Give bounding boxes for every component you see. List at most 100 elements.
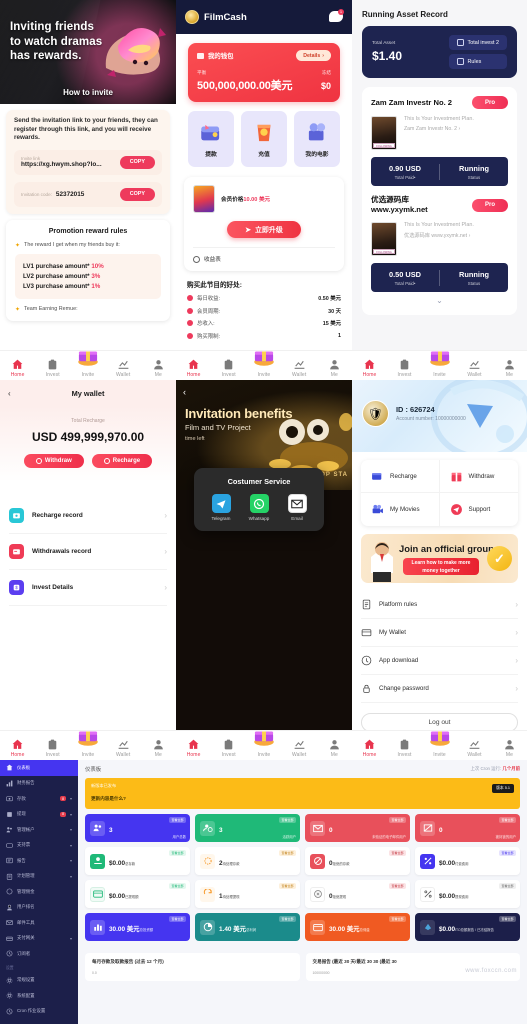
- sidebar-item-mail[interactable]: 邮件工具: [0, 915, 78, 931]
- quick-support[interactable]: Support: [440, 493, 519, 526]
- stat-card[interactable]: $0.00提现费用 查看全部: [415, 880, 520, 908]
- bottom-nav[interactable]: Home Invest Invite Wallet Me: [352, 730, 527, 760]
- nav-invite[interactable]: Invite: [70, 731, 105, 758]
- copy-code-button[interactable]: COPY: [119, 187, 155, 201]
- stat-card[interactable]: 3 查看全部 用户总数: [85, 814, 190, 842]
- nav-home[interactable]: Home: [352, 738, 387, 758]
- nav-invite[interactable]: Invite: [422, 731, 457, 758]
- card-tag[interactable]: 查看全部: [498, 817, 516, 823]
- alert-version-button[interactable]: 版本 5.1: [492, 784, 514, 793]
- wallet-details-button[interactable]: Details ›: [296, 50, 331, 61]
- sidebar-item-general-settings[interactable]: 常规设置: [0, 973, 78, 989]
- stat-card[interactable]: 2待处理存款 查看全部: [195, 847, 300, 875]
- stat-card[interactable]: 3 查看全部 活跃用户: [195, 814, 300, 842]
- plan-desc-2[interactable]: 优选源码库 www.yxymk.net ›: [404, 232, 474, 239]
- sidebar-item-report[interactable]: 财务报告: [0, 776, 78, 792]
- copy-link-button[interactable]: COPY: [119, 155, 155, 169]
- total-card[interactable]: 30.00 美元总佣金 查看全部: [305, 913, 410, 941]
- service-whatsapp[interactable]: Whatsapp: [241, 494, 277, 521]
- menu-app-download[interactable]: App download ›: [361, 647, 518, 675]
- bottom-nav[interactable]: Home Invest Invite Wallet Me: [352, 350, 527, 380]
- nav-me[interactable]: Me: [317, 738, 352, 758]
- nav-invest[interactable]: Invest: [35, 738, 70, 758]
- nav-invest[interactable]: Invest: [211, 358, 246, 378]
- sidebar-item-dashboard[interactable]: 仪表板: [0, 760, 78, 776]
- card-tag[interactable]: 查看全部: [278, 817, 296, 823]
- sidebar-item-rank[interactable]: 用户排名: [0, 900, 78, 916]
- nav-invest[interactable]: Invest: [387, 738, 422, 758]
- nav-me[interactable]: Me: [141, 738, 176, 758]
- card-tag[interactable]: 查看全部: [168, 817, 186, 823]
- menu-platform-rules[interactable]: Platform rules ›: [361, 591, 518, 619]
- card-tag[interactable]: 查看全部: [168, 883, 186, 889]
- sidebar-item-gateway[interactable]: 支付网关 ▾: [0, 931, 78, 947]
- card-tag[interactable]: 查看全部: [498, 883, 516, 889]
- total-card[interactable]: $0.00ITO总额报告 / 已冻结报告 查看全部: [415, 913, 520, 941]
- total-card[interactable]: 30.00 美元总投资额 查看全部: [85, 913, 190, 941]
- earnings-table-link[interactable]: 收益表: [193, 247, 335, 263]
- stat-card[interactable]: $0.00已提现额 查看全部: [85, 880, 190, 908]
- recharge-button[interactable]: Recharge: [91, 454, 153, 468]
- nav-invest[interactable]: Invest: [211, 738, 246, 758]
- nav-wallet[interactable]: Wallet: [106, 738, 141, 758]
- back-icon[interactable]: ‹: [183, 387, 186, 397]
- nav-home[interactable]: Home: [176, 738, 211, 758]
- withdraw-button[interactable]: Withdraw: [23, 454, 84, 468]
- card-tag[interactable]: 查看全部: [388, 817, 406, 823]
- menu-my-wallet[interactable]: My Wallet ›: [361, 619, 518, 647]
- nav-me[interactable]: Me: [492, 358, 527, 378]
- nav-home[interactable]: Home: [176, 358, 211, 378]
- plan-desc-2[interactable]: Zam Zam Investr No. 2 ›: [404, 126, 474, 132]
- stat-card[interactable]: 0 查看全部 被封锁的用户: [415, 814, 520, 842]
- menu-invest-details[interactable]: $ Invest Details ›: [9, 570, 167, 606]
- sidebar-item-plan[interactable]: 计划管理 ▾: [0, 869, 78, 885]
- quick-action-my-movies[interactable]: 我的电影: [294, 111, 340, 167]
- avatar[interactable]: 🛡: [362, 400, 389, 427]
- sidebar-item-system-config[interactable]: 系统配置: [0, 988, 78, 1004]
- stat-card[interactable]: 0拒绝提现 查看全部: [305, 880, 410, 908]
- nav-wallet[interactable]: Wallet: [282, 358, 317, 378]
- nav-invest[interactable]: Invest: [387, 358, 422, 378]
- nav-invest[interactable]: Invest: [35, 358, 70, 378]
- bottom-nav[interactable]: Home Invest Invite Wallet Me: [0, 730, 176, 760]
- rules-button[interactable]: Rules: [448, 54, 507, 69]
- stat-card[interactable]: 0拒绝的存款 查看全部: [305, 847, 410, 875]
- card-tag[interactable]: 查看全部: [388, 850, 406, 856]
- stat-card[interactable]: $0.00付费费用 查看全部: [415, 847, 520, 875]
- sidebar-item-withdraw[interactable]: 提现 8 ▾: [0, 807, 78, 823]
- nav-me[interactable]: Me: [317, 358, 352, 378]
- card-tag[interactable]: 查看全部: [168, 916, 186, 922]
- nav-invite[interactable]: Invite: [246, 351, 281, 378]
- quick-action-withdraw[interactable]: 提款: [188, 111, 234, 167]
- nav-invite[interactable]: Invite: [246, 731, 281, 758]
- menu-withdrawals-record[interactable]: Withdrawals record ›: [9, 534, 167, 570]
- service-email[interactable]: Email: [279, 494, 315, 521]
- nav-me[interactable]: Me: [141, 358, 176, 378]
- sidebar-item-cron-settings[interactable]: Cron 作业设置: [0, 1004, 78, 1020]
- nav-wallet[interactable]: Wallet: [457, 738, 492, 758]
- bottom-nav[interactable]: Home Invest Invite Wallet Me: [176, 730, 352, 760]
- nav-wallet[interactable]: Wallet: [282, 738, 317, 758]
- card-tag[interactable]: 查看全部: [278, 916, 296, 922]
- nav-home[interactable]: Home: [352, 358, 387, 378]
- stat-card[interactable]: 0 查看全部 未验证的电子邮件用户: [305, 814, 410, 842]
- card-tag[interactable]: 查看全部: [168, 850, 186, 856]
- nav-invite[interactable]: Invite: [70, 351, 105, 378]
- card-tag[interactable]: 查看全部: [278, 883, 296, 889]
- sidebar-item-deposit[interactable]: 存款 8 ▾: [0, 791, 78, 807]
- card-tag[interactable]: 查看全部: [498, 916, 516, 922]
- total-invest-button[interactable]: Total invest 2: [448, 35, 507, 50]
- menu-change-password[interactable]: Change password ›: [361, 675, 518, 703]
- sidebar-item-ticket[interactable]: 支持票 ▾: [0, 838, 78, 854]
- service-telegram[interactable]: Telegram: [203, 494, 239, 521]
- bottom-nav[interactable]: Home Invest Invite Wallet Me: [0, 350, 176, 380]
- banner-cta[interactable]: Learn how to make more money together: [403, 558, 479, 575]
- card-tag[interactable]: 查看全部: [388, 916, 406, 922]
- nav-wallet[interactable]: Wallet: [457, 358, 492, 378]
- quick-withdraw[interactable]: Withdraw: [439, 460, 518, 493]
- upgrade-now-button[interactable]: ➤ 立即升级: [227, 221, 301, 238]
- quick-recharge[interactable]: Recharge: [361, 460, 440, 493]
- card-tag[interactable]: 查看全部: [278, 850, 296, 856]
- total-card[interactable]: 1.40 美元总利润 查看全部: [195, 913, 300, 941]
- official-group-banner[interactable]: Join an official group Learn how to make…: [361, 534, 518, 583]
